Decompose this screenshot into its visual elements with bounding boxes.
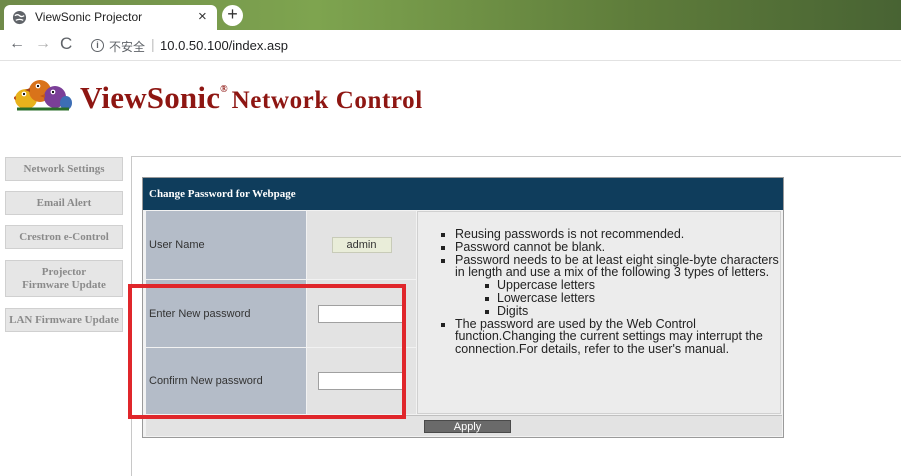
rule-item: Password needs to be at least eight sing… xyxy=(439,252,781,318)
new-password-input[interactable] xyxy=(317,304,406,323)
letter-type-item: Digits xyxy=(455,304,781,318)
info-icon[interactable]: i xyxy=(91,39,104,52)
sidebar-item-lan-firmware-update[interactable]: LAN Firmware Update xyxy=(5,308,123,332)
address-bar-url[interactable]: 10.0.50.100/index.asp xyxy=(160,38,288,53)
rule-text: Password needs to be at least eight sing… xyxy=(455,252,779,280)
address-separator: | xyxy=(151,36,155,52)
reload-icon[interactable]: C xyxy=(60,34,72,54)
new-tab-button[interactable]: + xyxy=(222,5,243,26)
sidebar-item-network-settings[interactable]: Network Settings xyxy=(5,157,123,181)
letter-types-list: Uppercase letters Lowercase letters Digi… xyxy=(455,279,781,317)
sidebar-item-label: Network Settings xyxy=(23,162,105,175)
back-arrow-icon[interactable]: ← xyxy=(9,35,25,53)
new-password-cell xyxy=(307,280,416,347)
user-name-value: admin xyxy=(331,237,392,253)
change-password-panel: Change Password for Webpage User Name ad… xyxy=(142,177,784,438)
security-status[interactable]: 不安全 xyxy=(109,38,145,55)
rule-item: Reusing passwords is not recommended. xyxy=(439,228,781,241)
viewsonic-birds-logo-icon xyxy=(14,80,72,111)
registered-mark: ® xyxy=(220,84,228,95)
confirm-password-input[interactable] xyxy=(317,372,406,390)
sidebar-item-email-alert[interactable]: Email Alert xyxy=(5,191,123,215)
brand-subtitle: Network Control xyxy=(231,87,423,114)
close-tab-icon[interactable]: × xyxy=(198,8,207,25)
user-name-cell: admin xyxy=(307,211,416,279)
panel-title: Change Password for Webpage xyxy=(143,178,783,210)
confirm-password-label: Confirm New password xyxy=(146,348,306,414)
sidebar-item-projector-firmware-update[interactable]: Projector Firmware Update xyxy=(5,260,123,297)
password-rules-list: Reusing passwords is not recommended. Pa… xyxy=(439,228,781,356)
sidebar-item-label: Projector Firmware Update xyxy=(22,265,106,291)
apply-button[interactable]: Apply xyxy=(424,420,511,433)
browser-tab[interactable]: ViewSonic Projector × xyxy=(4,5,217,30)
globe-icon xyxy=(12,10,27,25)
password-rules-cell: Reusing passwords is not recommended. Pa… xyxy=(417,211,781,414)
letter-type-item: Lowercase letters xyxy=(455,292,781,305)
forward-arrow-icon[interactable]: → xyxy=(35,35,51,53)
brand-title: ViewSonic® Network Control xyxy=(80,80,423,116)
tab-title: ViewSonic Projector xyxy=(35,10,143,24)
sidebar-item-label: Email Alert xyxy=(36,196,92,209)
confirm-password-cell xyxy=(307,348,416,414)
user-name-label: User Name xyxy=(146,211,306,279)
browser-toolbar: ← → C i 不安全 | 10.0.50.100/index.asp xyxy=(0,30,901,61)
sidebar-item-label: Crestron e-Control xyxy=(19,230,109,243)
rule-item: The password are used by the Web Control… xyxy=(439,317,781,356)
brand-name: ViewSonic xyxy=(80,80,221,115)
browser-tabstrip: ViewSonic Projector × + xyxy=(0,0,901,30)
apply-row: Apply xyxy=(146,415,782,436)
new-password-label: Enter New password xyxy=(146,280,306,347)
sidebar-item-label: LAN Firmware Update xyxy=(9,313,119,326)
sidebar-item-crestron-e-control[interactable]: Crestron e-Control xyxy=(5,225,123,249)
